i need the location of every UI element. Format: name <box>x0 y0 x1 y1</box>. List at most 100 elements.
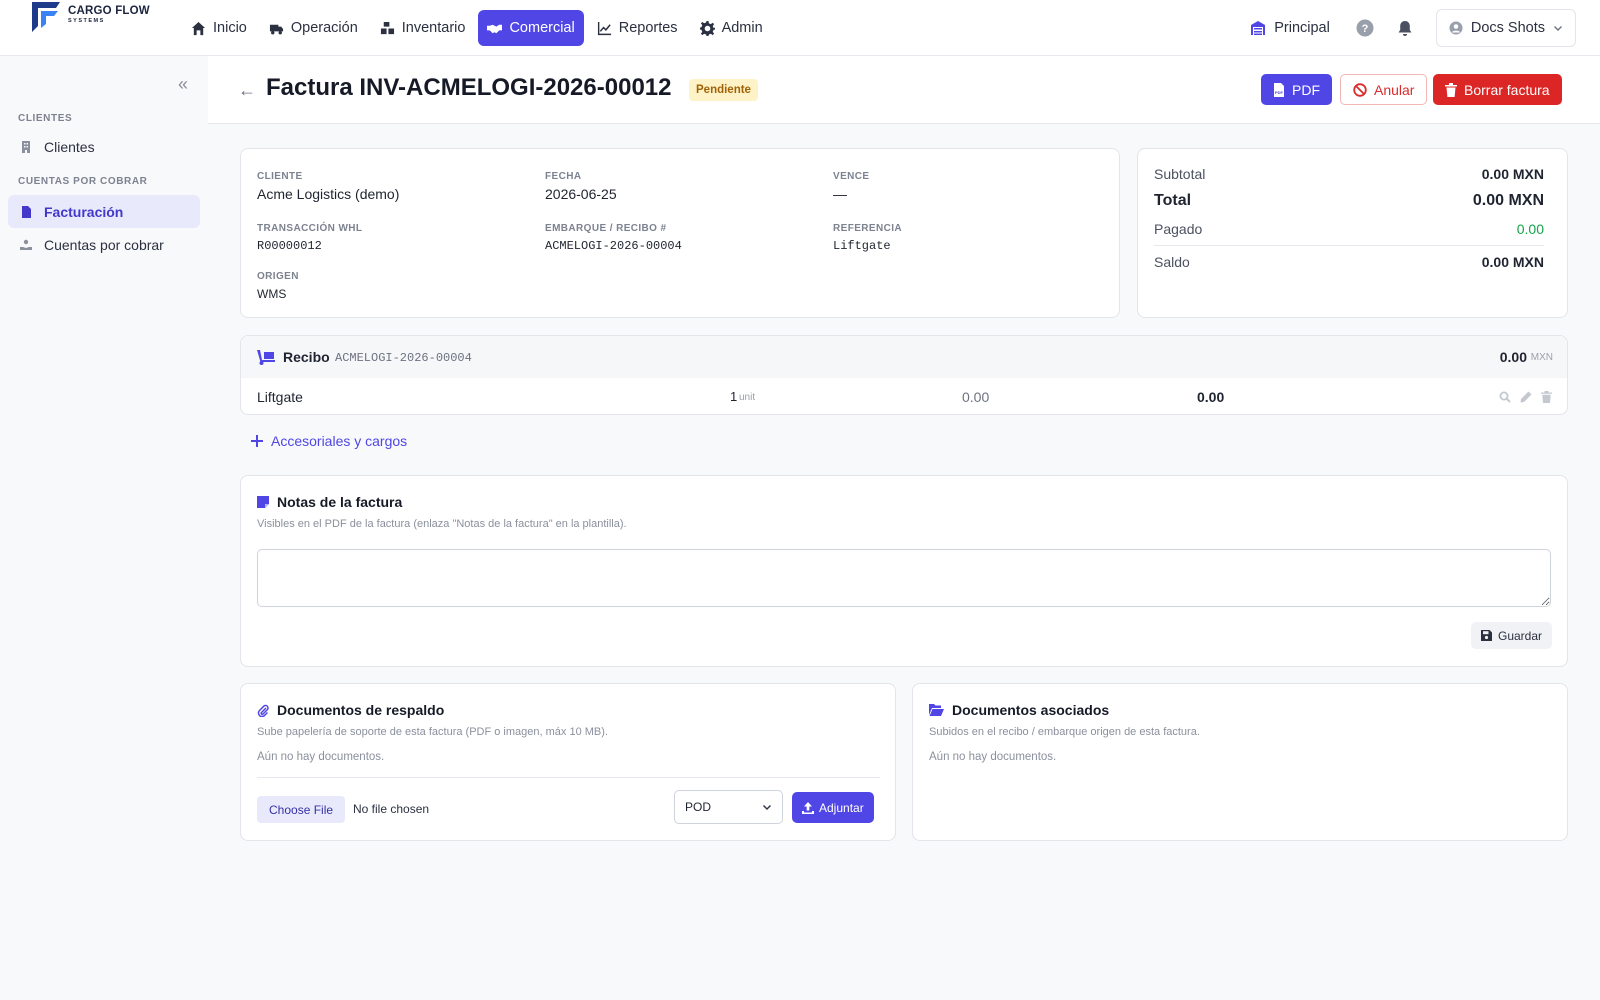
hand-coin-icon <box>20 239 32 250</box>
cargo-flow-logo-icon <box>32 2 60 32</box>
assoc-subtitle: Subidos en el recibo / embarque origen d… <box>929 726 1200 738</box>
sidebar-item-clientes-label: Clientes <box>44 138 95 155</box>
choose-file-button[interactable]: Choose File <box>257 796 346 823</box>
assoc-empty: Aún no hay documentos. <box>929 751 1057 763</box>
docs-asociados-card: Documentos asociados Subidos en el recib… <box>912 683 1568 841</box>
sidebar-item-clientes[interactable]: Clientes <box>8 130 200 163</box>
pdf-button[interactable]: PDF PDF <box>1261 74 1332 105</box>
total-label: Total <box>1154 192 1192 209</box>
vence-label: VENCE <box>833 171 870 182</box>
chevron-down-icon <box>1554 26 1562 31</box>
sidebar-item-cuentas[interactable]: Cuentas por cobrar <box>8 228 200 261</box>
transaccion-value: R00000012 <box>257 239 322 253</box>
nav-operacion[interactable]: Operación <box>260 10 367 46</box>
back-arrow-icon[interactable]: ← <box>238 80 256 101</box>
nav-inventario[interactable]: Inventario <box>371 10 475 46</box>
borrar-factura-button[interactable]: Borrar factura <box>1433 74 1562 105</box>
origen-value: WMS <box>257 287 287 301</box>
notes-textarea[interactable] <box>257 549 1551 607</box>
svg-text:PDF: PDF <box>1275 90 1284 95</box>
borrar-factura-label: Borrar factura <box>1464 81 1550 98</box>
paperclip-icon <box>257 704 269 717</box>
nav-admin[interactable]: Admin <box>691 10 772 46</box>
line-unit: unit <box>739 392 756 403</box>
origen-label: ORIGEN <box>257 271 299 282</box>
truck-icon <box>269 24 283 34</box>
top-navbar: CARGO FLOW SYSTEMS Inicio Operación Inve… <box>0 0 1600 56</box>
nav-reportes[interactable]: Reportes <box>588 10 687 46</box>
total-row: Total 0.00 MXN <box>1154 192 1544 210</box>
anular-button[interactable]: Anular <box>1340 74 1428 105</box>
help-button[interactable]: ? <box>1356 19 1374 37</box>
pencil-icon[interactable] <box>1520 391 1532 403</box>
logo[interactable]: CARGO FLOW SYSTEMS <box>28 0 158 36</box>
doc-type-value: POD <box>685 800 712 814</box>
docs-title-label: Documentos de respaldo <box>277 702 445 718</box>
trash-icon[interactable] <box>1541 391 1552 403</box>
notes-card: Notas de la factura Visibles en el PDF d… <box>240 475 1568 667</box>
boxes-icon <box>380 21 394 34</box>
warehouse-selector[interactable]: Principal <box>1250 20 1330 36</box>
page-header: ← Factura INV-ACMELOGI-2026-00012 Pendie… <box>208 56 1600 124</box>
sidebar-section-cxc: CUENTAS POR COBRAR <box>18 176 148 187</box>
guardar-label: Guardar <box>1498 628 1543 643</box>
recibo-label: Recibo <box>283 349 330 365</box>
pagado-label: Pagado <box>1154 221 1203 237</box>
top-right: Principal ? Docs Shots <box>1250 9 1576 47</box>
sidebar-item-facturacion[interactable]: Facturación <box>8 195 200 228</box>
notifications-button[interactable] <box>1396 19 1414 37</box>
notes-title-label: Notas de la factura <box>277 494 403 510</box>
brand-name: CARGO FLOW <box>68 5 150 17</box>
add-accesoriales-link[interactable]: Accesoriales y cargos <box>251 433 407 449</box>
user-circle-icon <box>1449 21 1463 35</box>
sidebar-item-cuentas-label: Cuentas por cobrar <box>44 236 164 253</box>
docs-respaldo-card: Documentos de respaldo Sube papelería de… <box>240 683 896 841</box>
divider <box>257 777 880 778</box>
ban-icon <box>1353 82 1367 97</box>
adjuntar-button[interactable]: Adjuntar <box>792 792 874 823</box>
warehouse-icon <box>1251 21 1266 35</box>
line-total: 0.00 <box>1197 389 1225 405</box>
totals-card: Subtotal 0.00 MXN Total 0.00 MXN Pagado … <box>1137 148 1568 318</box>
bell-icon <box>1398 20 1412 36</box>
recibo-amount: 0.00 <box>1499 349 1527 365</box>
fecha-label: FECHA <box>545 171 582 182</box>
vence-value: — <box>833 186 847 202</box>
folder-open-icon <box>929 704 944 716</box>
saldo-label: Saldo <box>1154 254 1190 270</box>
nav-operacion-label: Operación <box>290 20 358 36</box>
nav-comercial[interactable]: Comercial <box>478 10 584 46</box>
recibo-card: Recibo ACMELOGI-2026-00004 0.00 MXN Lift… <box>240 335 1568 415</box>
total-value: 0.00 MXN <box>1472 192 1544 209</box>
building-icon <box>22 140 30 153</box>
nav-inicio[interactable]: Inicio <box>182 10 256 46</box>
docs-subtitle: Sube papelería de soporte de esta factur… <box>257 726 608 738</box>
home-icon <box>191 21 206 35</box>
line-qty: 1 <box>730 389 738 404</box>
collapse-sidebar-icon[interactable]: « <box>178 74 188 95</box>
trash-icon <box>1445 82 1457 97</box>
docs-title: Documentos de respaldo <box>257 702 444 718</box>
add-accesoriales-label: Accesoriales y cargos <box>271 433 408 449</box>
warehouse-name: Principal <box>1274 20 1330 36</box>
plus-icon <box>251 435 263 447</box>
chevron-down-icon <box>763 805 771 810</box>
save-icon <box>1481 630 1492 641</box>
nav-comercial-label: Comercial <box>509 20 575 36</box>
guardar-button[interactable]: Guardar <box>1471 622 1553 649</box>
line-price: 0.00 <box>962 389 990 405</box>
transaccion-label: TRANSACCIÓN WHL <box>257 223 363 234</box>
invoice-icon <box>22 205 31 218</box>
sidebar-section-clientes: CLIENTES <box>18 113 73 124</box>
line-desc: Liftgate <box>257 389 303 405</box>
page-title: Factura INV-ACMELOGI-2026-00012 <box>266 74 672 101</box>
anular-button-label: Anular <box>1374 81 1415 98</box>
main-nav: Inicio Operación Inventario Comercial Re… <box>182 10 772 46</box>
doc-type-select[interactable]: POD <box>674 790 783 824</box>
nav-inicio-label: Inicio <box>213 20 247 36</box>
brand-sub: SYSTEMS <box>68 18 105 24</box>
user-menu[interactable]: Docs Shots <box>1435 9 1576 47</box>
sticky-note-icon <box>257 496 269 508</box>
search-icon[interactable] <box>1499 391 1511 403</box>
embarque-label: EMBARQUE / RECIBO # <box>545 223 667 234</box>
